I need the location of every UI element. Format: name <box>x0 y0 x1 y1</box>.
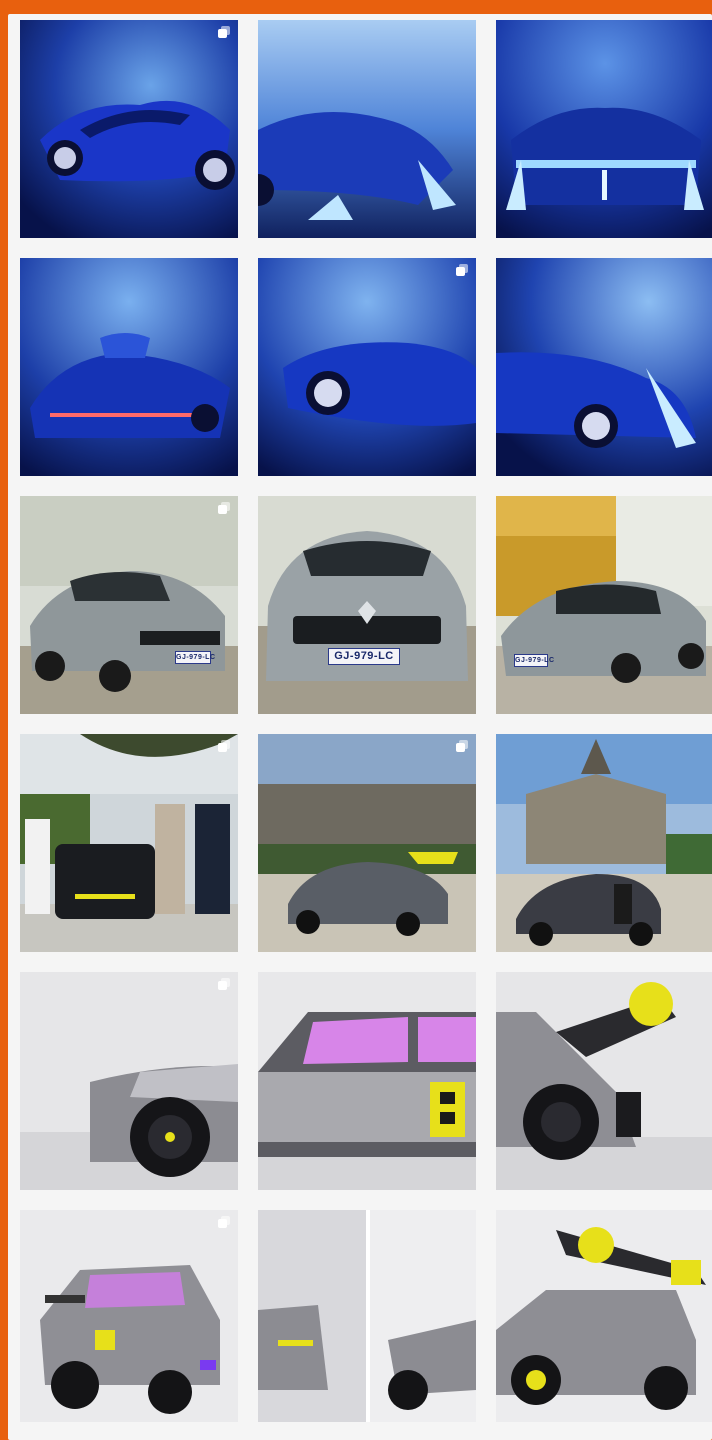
post-tile-10[interactable] <box>20 734 238 952</box>
post-image <box>258 496 476 714</box>
post-image <box>258 258 476 476</box>
post-tile-15[interactable] <box>496 972 712 1190</box>
post-grid: GJ-979-LC GJ-979-LC GJ-979-LC <box>20 20 712 1428</box>
post-tile-3[interactable] <box>496 20 712 238</box>
license-plate: GJ-979-LC <box>514 654 554 667</box>
multiple-photos-icon <box>218 502 230 514</box>
multiple-photos-icon <box>218 740 230 752</box>
license-plate: GJ-979-LC <box>175 651 215 664</box>
post-image <box>496 972 712 1190</box>
post-tile-12[interactable] <box>496 734 712 952</box>
post-tile-16[interactable] <box>20 1210 238 1422</box>
multiple-photos-icon <box>218 978 230 990</box>
post-image <box>20 20 238 238</box>
post-tile-9[interactable]: GJ-979-LC <box>496 496 712 714</box>
post-image <box>258 20 476 238</box>
post-image <box>20 972 238 1190</box>
multiple-photos-icon <box>456 264 468 276</box>
post-tile-11[interactable] <box>258 734 476 952</box>
post-image <box>496 20 712 238</box>
post-tile-14[interactable] <box>258 972 476 1190</box>
post-image <box>20 258 238 476</box>
post-image <box>496 258 712 476</box>
license-plate: GJ-979-LC <box>328 648 400 665</box>
post-tile-6[interactable] <box>496 258 712 476</box>
post-tile-13[interactable] <box>20 972 238 1190</box>
feed-panel: GJ-979-LC GJ-979-LC GJ-979-LC <box>8 14 712 1440</box>
post-tile-5[interactable] <box>258 258 476 476</box>
post-tile-4[interactable] <box>20 258 238 476</box>
post-image <box>496 496 712 714</box>
post-tile-7[interactable]: GJ-979-LC <box>20 496 238 714</box>
post-tile-18[interactable] <box>496 1210 712 1422</box>
post-tile-17[interactable] <box>258 1210 476 1422</box>
multiple-photos-icon <box>218 1216 230 1228</box>
multiple-photos-icon <box>218 26 230 38</box>
multiple-photos-icon <box>456 740 468 752</box>
post-image <box>20 1210 238 1422</box>
post-image <box>496 1210 712 1422</box>
post-image <box>258 734 476 952</box>
post-tile-1[interactable] <box>20 20 238 238</box>
post-image <box>258 1210 476 1422</box>
post-image <box>258 972 476 1190</box>
post-image <box>496 734 712 952</box>
post-image <box>20 734 238 952</box>
post-tile-8[interactable]: GJ-979-LC <box>258 496 476 714</box>
post-image <box>20 496 238 714</box>
post-tile-2[interactable] <box>258 20 476 238</box>
